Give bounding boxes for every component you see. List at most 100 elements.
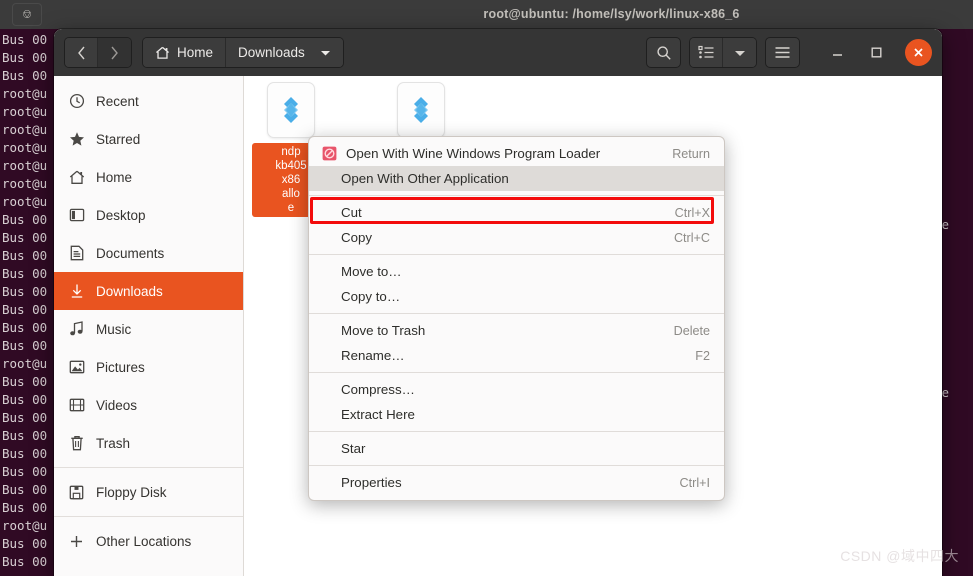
hamburger-menu-icon <box>775 47 790 58</box>
list-view-button[interactable] <box>690 38 723 67</box>
back-button[interactable] <box>65 38 98 67</box>
sidebar-item-floppy-disk[interactable]: Floppy Disk <box>54 473 243 511</box>
star-icon <box>68 131 85 148</box>
menu-item-label: Move to Trash <box>341 323 426 338</box>
menu-item-accelerator: Ctrl+X <box>674 205 710 220</box>
file-manager-headerbar: Home Downloads <box>54 29 942 76</box>
menu-item-label: Properties <box>341 475 402 490</box>
maximize-button[interactable] <box>861 38 891 68</box>
menu-item-compress[interactable]: Compress… <box>309 377 724 402</box>
menu-item-star[interactable]: Star <box>309 436 724 461</box>
menu-item-open-with-wine-windows-program-loader[interactable]: Open With Wine Windows Program Loader Ret… <box>309 141 724 166</box>
home-icon <box>156 46 169 59</box>
sidebar-item-other-locations[interactable]: Other Locations <box>54 522 243 560</box>
menu-item-label: Copy to… <box>341 289 401 304</box>
menu-separator <box>309 313 724 314</box>
sidebar-item-recent[interactable]: Recent <box>54 82 243 120</box>
menu-item-label: Cut <box>341 205 362 220</box>
menu-item-accelerator: F2 <box>695 348 710 363</box>
sidebar-item-starred[interactable]: Starred <box>54 120 243 158</box>
sidebar-item-downloads[interactable]: Downloads <box>54 272 243 310</box>
sidebar-item-label: Recent <box>96 93 139 109</box>
sidebar-separator <box>54 516 243 517</box>
floppy-disk-icon <box>68 484 85 501</box>
file-thumbnail <box>397 82 445 138</box>
sidebar-item-desktop[interactable]: Desktop <box>54 196 243 234</box>
menu-item-label: Rename… <box>341 348 405 363</box>
menu-item-label: Star <box>341 441 366 456</box>
maximize-icon <box>871 47 882 58</box>
breadcrumb-current[interactable]: Downloads <box>226 38 343 67</box>
chevron-left-icon <box>77 46 85 59</box>
menu-item-copy[interactable]: Copy Ctrl+C <box>309 225 724 250</box>
wine-loader-icon <box>321 146 338 161</box>
breadcrumb-home[interactable]: Home <box>143 38 227 67</box>
close-icon <box>914 48 923 57</box>
minimize-icon <box>832 54 842 56</box>
sidebar-item-music[interactable]: Music <box>54 310 243 348</box>
breadcrumb: Home Downloads <box>142 37 344 68</box>
clock-icon <box>68 93 85 110</box>
menu-separator <box>309 195 724 196</box>
view-controls <box>689 37 757 68</box>
file-manager-window: Home Downloads Recent Starred Home Deskt… <box>54 29 942 576</box>
view-dropdown-button[interactable] <box>723 38 756 67</box>
music-note-icon <box>68 321 85 338</box>
forward-button[interactable] <box>98 38 131 67</box>
terminal-line-fragment: e <box>941 385 949 400</box>
menu-item-rename[interactable]: Rename… F2 <box>309 343 724 368</box>
sidebar-item-pictures[interactable]: Pictures <box>54 348 243 386</box>
menu-item-label: Copy <box>341 230 373 245</box>
minimize-button[interactable] <box>822 38 852 68</box>
sidebar-item-label: Starred <box>96 131 141 147</box>
breadcrumb-home-label: Home <box>177 45 214 60</box>
menu-separator <box>309 372 724 373</box>
chevron-down-icon <box>320 50 330 55</box>
sidebar-item-label: Documents <box>96 245 165 261</box>
menu-item-label: Open With Other Application <box>341 171 509 186</box>
search-button[interactable] <box>646 37 681 68</box>
file-thumbnail <box>267 82 315 138</box>
plus-icon <box>68 533 85 550</box>
navigation-buttons <box>64 37 132 68</box>
menu-item-move-to-trash[interactable]: Move to Trash Delete <box>309 318 724 343</box>
terminal-line-fragment: e <box>941 217 949 232</box>
menu-item-extract-here[interactable]: Extract Here <box>309 402 724 427</box>
menu-item-label: Compress… <box>341 382 415 397</box>
sidebar-item-label: Pictures <box>96 359 145 375</box>
menu-item-label: Open With Wine Windows Program Loader <box>346 146 601 161</box>
wine-executable-icon <box>414 97 428 123</box>
menu-separator <box>309 465 724 466</box>
menu-item-label: Extract Here <box>341 407 415 422</box>
download-icon <box>68 283 85 300</box>
sidebar-item-label: Music <box>96 321 132 337</box>
menu-item-properties[interactable]: Properties Ctrl+I <box>309 470 724 495</box>
menu-item-copy-to[interactable]: Copy to… <box>309 284 724 309</box>
sidebar-item-trash[interactable]: Trash <box>54 424 243 462</box>
sidebar-item-videos[interactable]: Videos <box>54 386 243 424</box>
menu-item-accelerator: Ctrl+C <box>673 230 710 245</box>
sidebar-item-documents[interactable]: Documents <box>54 234 243 272</box>
terminal-title: root@ubuntu: /home/lsy/work/linux-x86_6 <box>483 7 740 21</box>
menu-separator <box>309 254 724 255</box>
menu-item-open-with-other-application[interactable]: Open With Other Application <box>309 166 724 191</box>
list-view-icon <box>697 45 713 59</box>
context-menu: Open With Wine Windows Program Loader Ret… <box>308 136 725 501</box>
sidebar-item-label: Desktop <box>96 207 146 223</box>
trash-icon <box>68 435 85 452</box>
menu-item-move-to[interactable]: Move to… <box>309 259 724 284</box>
file-item[interactable] <box>382 82 460 138</box>
main-menu-button[interactable] <box>765 37 800 68</box>
sidebar-item-label: Trash <box>96 435 131 451</box>
sidebar-item-home[interactable]: Home <box>54 158 243 196</box>
picture-icon <box>68 359 85 376</box>
menu-item-accelerator: Ctrl+I <box>679 475 710 490</box>
home-icon <box>68 169 85 186</box>
menu-item-cut[interactable]: Cut Ctrl+X <box>309 200 724 225</box>
menu-item-label: Move to… <box>341 264 402 279</box>
menu-item-accelerator: Delete <box>673 323 710 338</box>
search-icon <box>656 45 671 60</box>
sidebar-item-label: Downloads <box>96 283 163 299</box>
close-button[interactable] <box>905 39 932 66</box>
terminal-titlebar: ⎊ root@ubuntu: /home/lsy/work/linux-x86_… <box>0 0 973 29</box>
